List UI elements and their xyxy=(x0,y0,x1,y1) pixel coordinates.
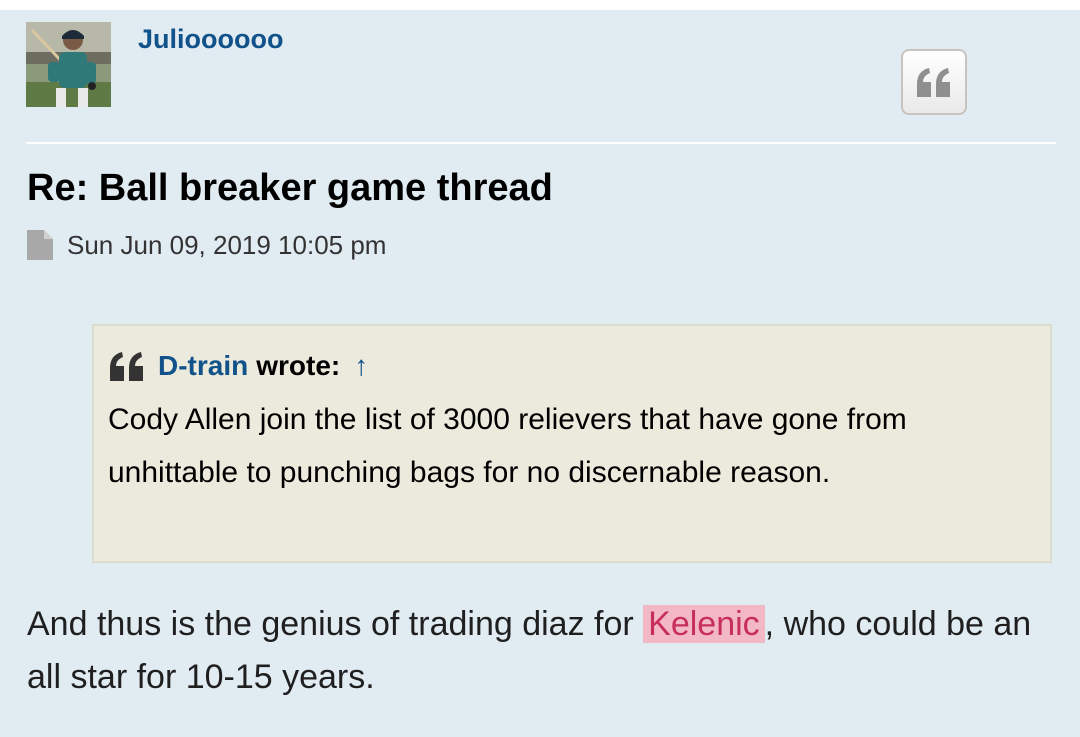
quote-mark xyxy=(108,351,146,381)
avatar-image xyxy=(26,22,111,107)
highlighted-keyword[interactable]: Kelenic xyxy=(643,605,765,643)
file-icon[interactable] xyxy=(27,230,53,260)
quoted-author-link[interactable]: D-train xyxy=(158,350,248,382)
quoted-post: D-train wrote: ↑ Cody Allen join the lis… xyxy=(92,324,1052,563)
quote-icon xyxy=(917,68,950,97)
forum-post: Julioooooo Re: Ball breaker game thread … xyxy=(0,10,1080,737)
jump-to-quote-link[interactable]: ↑ xyxy=(354,350,368,382)
quote-citation: D-train wrote: ↑ xyxy=(108,346,1036,386)
quote-text: Cody Allen join the list of 3000 relieve… xyxy=(108,403,907,489)
wrote-label: wrote: xyxy=(256,350,341,381)
quote-icon xyxy=(110,352,143,381)
post-content: And thus is the genius of trading diaz f… xyxy=(27,598,1057,704)
quote-button[interactable] xyxy=(901,49,967,115)
author-username[interactable]: Julioooooo xyxy=(138,24,283,55)
post-title[interactable]: Re: Ball breaker game thread xyxy=(27,164,553,212)
header-divider xyxy=(26,142,1056,144)
avatar[interactable] xyxy=(26,22,111,107)
post-text-before: And thus is the genius of trading diaz f… xyxy=(27,605,644,643)
post-date: Sun Jun 09, 2019 10:05 pm xyxy=(67,229,387,260)
post-meta: Sun Jun 09, 2019 10:05 pm xyxy=(27,228,386,262)
